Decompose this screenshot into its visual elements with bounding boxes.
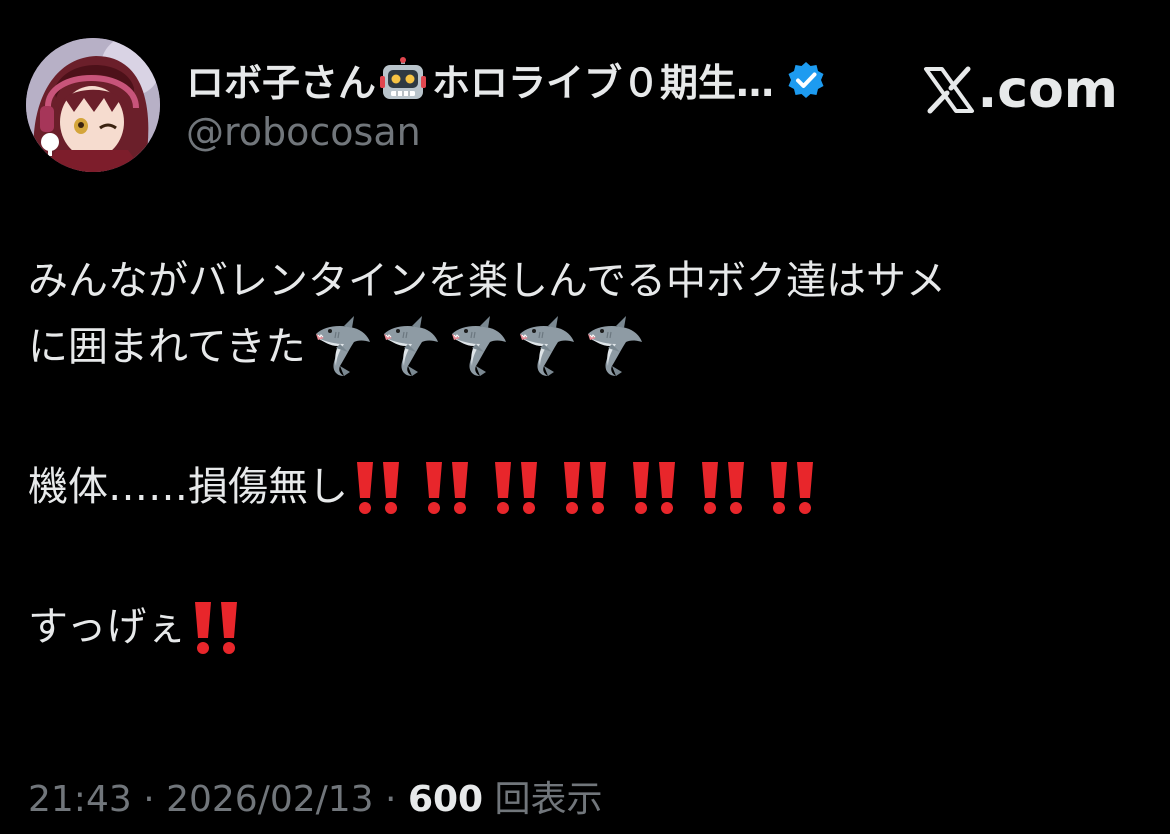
display-name-suffix: ホロライブ０期生…: [432, 61, 775, 105]
tweet-text: みんながバレンタインを楽しんでる中ボク達はサメ に囲まれてきた 機体……損傷無し: [28, 248, 1138, 660]
tweet-line-3-text: 機体……損傷無し: [28, 464, 348, 510]
double-exclamation-icon: [559, 458, 615, 516]
tweet-meta: 21:43 · 2026/02/13 · 600 回表示: [28, 770, 603, 822]
tweet-card: ロボ子さん ホロライブ０期生… @robocosan .com みんながバレンタ…: [0, 0, 1170, 834]
shark-icon: [514, 314, 580, 380]
display-name-text: ロボ子さん: [186, 61, 377, 105]
author-name-row[interactable]: ロボ子さん ホロライブ０期生…: [186, 52, 826, 107]
double-exclamation-icon: [421, 458, 477, 516]
tweet-line-2-text: に囲まれてきた: [28, 324, 306, 370]
shark-icon: [378, 314, 444, 380]
tweet-line: に囲まれてきた: [28, 314, 1138, 380]
double-exclamation-icon: [628, 458, 684, 516]
double-exclamation-icon: [490, 458, 546, 516]
tweet-line: みんながバレンタインを楽しんでる中ボク達はサメ: [28, 248, 1138, 314]
shark-icon: [582, 314, 648, 380]
tweet-line: すっげぇ: [28, 594, 1138, 660]
display-name[interactable]: ロボ子さん ホロライブ０期生…: [186, 52, 774, 107]
double-exclamation-icon: [190, 598, 246, 656]
exclamation-emoji-row: [352, 458, 835, 516]
exclamation-emoji-row: [190, 598, 259, 656]
shark-emoji-row: [310, 314, 650, 380]
shark-icon: [310, 314, 376, 380]
avatar-image: [26, 38, 160, 172]
tweet-line: 機体……損傷無し: [28, 454, 1138, 520]
meta-separator: ·: [131, 779, 167, 820]
double-exclamation-icon: [766, 458, 822, 516]
double-exclamation-icon: [697, 458, 753, 516]
views-count[interactable]: 600: [408, 779, 483, 820]
verified-badge-icon[interactable]: [786, 60, 826, 100]
author-handle[interactable]: @robocosan: [186, 110, 421, 154]
tweet-time[interactable]: 21:43: [28, 779, 132, 820]
x-logo-icon: [922, 65, 976, 115]
avatar[interactable]: [26, 38, 160, 172]
double-exclamation-icon: [352, 458, 408, 516]
tweet-date[interactable]: 2026/02/13: [166, 779, 374, 820]
tweet-line-1-text: みんながバレンタインを楽しんでる中ボク達はサメ: [28, 258, 946, 304]
views-label: 回表示: [494, 779, 603, 820]
meta-separator: ·: [373, 779, 408, 820]
robot-face-icon: [380, 56, 427, 103]
source-label: .com: [922, 60, 1119, 120]
source-domain: .com: [977, 60, 1119, 120]
shark-icon: [446, 314, 512, 380]
tweet-line-4-text: すっげぇ: [28, 604, 187, 650]
